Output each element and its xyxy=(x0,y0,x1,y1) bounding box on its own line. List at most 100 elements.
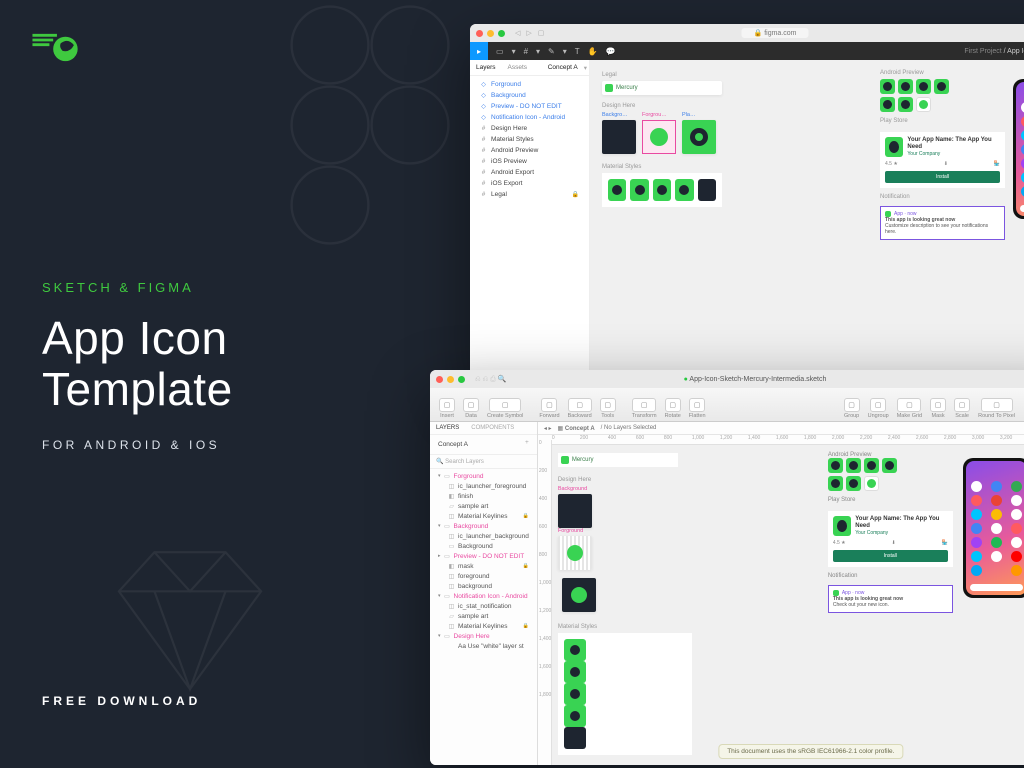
toolbar-round-to-pixel[interactable]: ▢Round To Pixel xyxy=(975,398,1018,419)
layer-item[interactable]: Aa Use "white" layer st xyxy=(430,641,537,651)
bg-figma-logo-outline xyxy=(290,5,450,245)
sketch-canvas-right: Android Preview Play Store Your xyxy=(828,452,1024,613)
layer-item[interactable]: ▾▭Forground xyxy=(430,471,537,481)
toolbar-data[interactable]: ▢Data xyxy=(460,398,482,419)
sketch-toolbar[interactable]: ▢Insert▢Data▢Create Symbol ▢Forward▢Backw… xyxy=(430,388,1024,422)
hero-text: SKETCH & FIGMA App IconTemplate FOR ANDR… xyxy=(42,280,233,452)
layer-item[interactable]: ◇Preview - DO NOT EDIT xyxy=(470,101,589,112)
url-bar[interactable]: 🔒 figma.com xyxy=(742,28,809,38)
android-phone-mockup xyxy=(1013,79,1024,219)
toolbar-tools[interactable]: ▢Tools xyxy=(597,398,619,419)
layer-item[interactable]: ◧finish xyxy=(430,491,537,501)
layer-item[interactable]: ▾▭Notification Icon - Android xyxy=(430,591,537,601)
toolbar-insert[interactable]: ▢Insert xyxy=(436,398,458,419)
hero-subtitle: FOR ANDROID & IOS xyxy=(42,438,233,452)
layer-item[interactable]: #Design Here xyxy=(470,123,589,134)
bg-sketch-diamond-outline xyxy=(100,538,280,698)
layer-item[interactable]: #Android Preview xyxy=(470,145,589,156)
material-styles-artboard xyxy=(602,173,722,207)
add-page-icon[interactable]: + xyxy=(525,439,529,446)
sketch-layers-list[interactable]: ▾▭Forground◫ic_launcher_foreground◧finis… xyxy=(430,469,537,653)
layer-item[interactable]: ◧mask🔒 xyxy=(430,561,537,571)
layer-item[interactable]: ▸▭Preview - DO NOT EDIT xyxy=(430,551,537,561)
play-store-card: Your App Name: The App You Need Your Com… xyxy=(828,511,953,567)
pen-tool-icon: ✎ xyxy=(548,47,555,56)
sketch-canvas[interactable]: ◂ ▸ ▦ Concept A / No Layers Selected 020… xyxy=(538,422,1024,765)
figma-sidebar-tabs[interactable]: Layers Assets Concept A ▾ xyxy=(470,60,589,76)
sketch-titlebar: ⎌ ⎌ ⎙ 🔍 ● App-Icon-Sketch-Mercury-Interm… xyxy=(430,370,1024,388)
sketch-pages[interactable]: + Concept A xyxy=(430,435,537,455)
layer-item[interactable]: #Material Styles xyxy=(470,134,589,145)
layer-item[interactable]: ▭Background xyxy=(430,541,537,551)
sketch-sidebar-tabs[interactable]: LAYERS COMPONENTS xyxy=(430,422,537,435)
sketch-window-title: ● App-Icon-Sketch-Mercury-Intermedia.ske… xyxy=(684,376,827,383)
layer-item[interactable]: ◫Material Keylines🔒 xyxy=(430,511,537,521)
text-tool-icon: T xyxy=(575,47,580,56)
layer-item[interactable]: ▾▭Design Here xyxy=(430,631,537,641)
toolbar-transform[interactable]: ▢Transform xyxy=(629,398,660,419)
sketch-sidebar: LAYERS COMPONENTS + Concept A 🔍 Search L… xyxy=(430,422,538,765)
preview-artboard xyxy=(562,578,596,612)
tab-layers[interactable]: LAYERS xyxy=(430,422,465,434)
layer-item[interactable]: ◫Material Keylines🔒 xyxy=(430,621,537,631)
layer-item[interactable]: ▾▭Background xyxy=(430,521,537,531)
toolbar-ungroup[interactable]: ▢Ungroup xyxy=(865,398,892,419)
launcher-icons-grid xyxy=(880,79,952,112)
layer-item[interactable]: ◫ic_launcher_background xyxy=(430,531,537,541)
fg-artboard xyxy=(558,536,592,570)
toolbar-forward[interactable]: ▢Forward xyxy=(536,398,562,419)
toolbar-create-symbol[interactable]: ▢Create Symbol xyxy=(484,398,526,419)
toolbar-backward[interactable]: ▢Backward xyxy=(565,398,595,419)
fg-artboard xyxy=(642,120,676,154)
figma-tools[interactable]: ▭▾ #▾ ✎▾ T ✋ 💬 xyxy=(488,47,624,56)
sketch-breadcrumb: ◂ ▸ ▦ Concept A / No Layers Selected xyxy=(538,422,1024,435)
bg-artboard xyxy=(558,494,592,528)
layer-item[interactable]: ◇Forground xyxy=(470,79,589,90)
figma-window: ◁▷▢ 🔒 figma.com ▸ ▭▾ #▾ ✎▾ T ✋ 💬 First P… xyxy=(470,24,1024,384)
figma-topbar: ▸ ▭▾ #▾ ✎▾ T ✋ 💬 First Project / App Ico… xyxy=(470,42,1024,60)
tab-layers[interactable]: Layers xyxy=(470,60,502,75)
browser-titlebar: ◁▷▢ 🔒 figma.com xyxy=(470,24,1024,42)
hero-eyebrow: SKETCH & FIGMA xyxy=(42,280,233,295)
toolbar-group[interactable]: ▢Group xyxy=(841,398,863,419)
traffic-lights[interactable] xyxy=(476,30,505,37)
toolbar-rotate[interactable]: ▢Rotate xyxy=(662,398,684,419)
layer-item[interactable]: #Legal🔒 xyxy=(470,189,589,200)
material-styles-artboard xyxy=(558,633,692,755)
figma-canvas[interactable]: Legal Mercury Design Here Backgro… Forgr… xyxy=(590,60,1024,384)
tab-components[interactable]: COMPONENTS xyxy=(465,422,520,434)
android-phone-mockup xyxy=(963,458,1024,598)
layer-item[interactable]: ◫foreground xyxy=(430,571,537,581)
mercury-logo xyxy=(32,32,80,64)
figma-breadcrumb[interactable]: First Project / App Icon Template ▾ xyxy=(964,48,1024,55)
layer-item[interactable]: #Android Export xyxy=(470,167,589,178)
search-layers-input[interactable]: 🔍 Search Layers xyxy=(430,455,537,469)
tab-assets[interactable]: Assets xyxy=(502,60,534,75)
hand-tool-icon: ✋ xyxy=(588,47,598,56)
layer-item[interactable]: ◫background xyxy=(430,581,537,591)
layer-item[interactable]: ◇Background xyxy=(470,90,589,101)
toolbar-scale[interactable]: ▢Scale xyxy=(951,398,973,419)
frame-tool-icon: # xyxy=(524,47,528,56)
figma-layers-list[interactable]: ◇Forground◇Background◇Preview - DO NOT E… xyxy=(470,76,589,203)
layer-item[interactable]: ▱sample art xyxy=(430,501,537,511)
layer-item[interactable]: ◫ic_launcher_foreground xyxy=(430,481,537,491)
launcher-icons-grid xyxy=(828,458,900,491)
layer-item[interactable]: #iOS Preview xyxy=(470,156,589,167)
layer-item[interactable]: #iOS Export xyxy=(470,178,589,189)
legal-artboard: Mercury xyxy=(558,453,678,467)
layer-item[interactable]: ▱sample art xyxy=(430,611,537,621)
figma-canvas-right: Android Preview Play Store Your xyxy=(880,68,1024,240)
browser-nav-icons[interactable]: ◁▷▢ xyxy=(515,29,544,37)
page-selector[interactable]: Concept A xyxy=(542,60,584,75)
free-download-label: FREE DOWNLOAD xyxy=(42,694,201,708)
layer-item[interactable]: ◇Notification Icon - Android xyxy=(470,112,589,123)
toolbar-flatten[interactable]: ▢Flatten xyxy=(686,398,709,419)
toolbar-make-grid[interactable]: ▢Make Grid xyxy=(894,398,925,419)
figma-menu-icon[interactable]: ▸ xyxy=(470,42,488,60)
layer-item[interactable]: ◫ic_stat_notification xyxy=(430,601,537,611)
play-store-card: Your App Name: The App You Need Your Com… xyxy=(880,132,1005,188)
traffic-lights[interactable] xyxy=(436,376,465,383)
notification-card: App · now This app is looking great now … xyxy=(880,206,1005,240)
toolbar-mask[interactable]: ▢Mask xyxy=(927,398,949,419)
